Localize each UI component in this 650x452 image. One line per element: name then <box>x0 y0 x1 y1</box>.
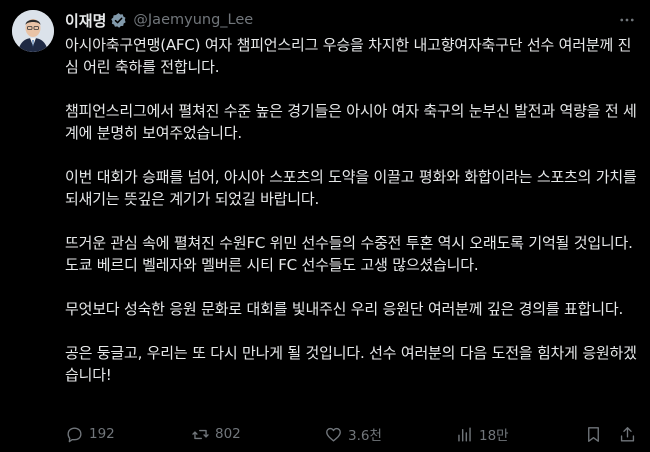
like-count: 3.6천 <box>348 428 382 444</box>
views-button[interactable]: 18만 <box>455 422 509 446</box>
repost-count: 802 <box>215 426 241 442</box>
share-icon <box>620 426 635 442</box>
more-icon[interactable] <box>618 11 636 29</box>
action-bar: 192 802 3.6천 18만 <box>65 422 640 446</box>
tweet-header: 이재명 @Jaemyung_Lee <box>65 9 253 31</box>
author-name[interactable]: 이재명 <box>65 10 106 31</box>
verified-badge-icon <box>110 12 127 29</box>
repost-icon <box>192 429 209 439</box>
avatar[interactable] <box>12 10 54 52</box>
reply-button[interactable]: 192 <box>65 422 115 446</box>
redaction-bar <box>262 9 440 29</box>
like-button[interactable]: 3.6천 <box>324 422 382 446</box>
like-icon <box>326 427 341 442</box>
views-icon <box>458 426 471 442</box>
bookmark-icon <box>588 426 599 442</box>
author-handle[interactable]: @Jaemyung_Lee <box>133 12 253 28</box>
repost-button[interactable]: 802 <box>191 422 241 446</box>
tweet-text: 아시아축구연맹(AFC) 여자 챔피언스리그 우승을 차지한 내고향여자축구단 … <box>65 36 637 384</box>
reply-icon <box>67 426 82 442</box>
share-button[interactable] <box>618 422 637 446</box>
avatar-image <box>12 10 54 52</box>
bookmark-button[interactable] <box>584 422 603 446</box>
views-count: 18만 <box>479 428 509 444</box>
reply-count: 192 <box>89 426 115 442</box>
